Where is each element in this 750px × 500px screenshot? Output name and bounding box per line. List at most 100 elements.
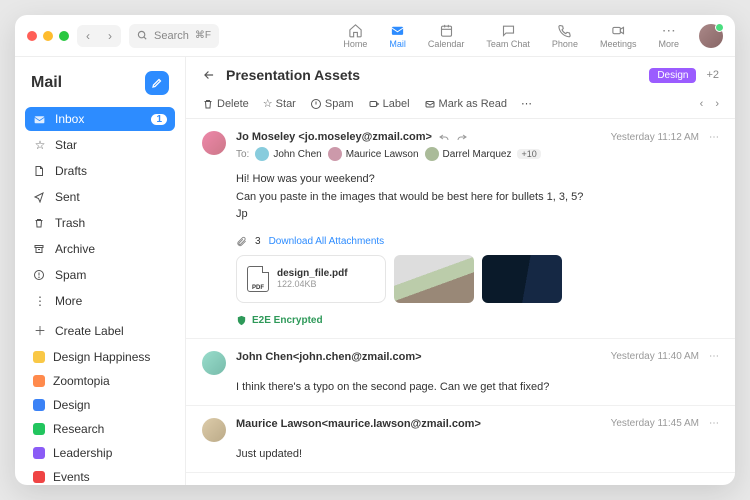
sent-icon xyxy=(33,191,47,203)
content-pane: Presentation Assets Design +2 Delete ☆St… xyxy=(185,57,735,485)
next-message-button[interactable]: › xyxy=(715,98,719,110)
sidebar-star[interactable]: ☆Star xyxy=(25,133,175,157)
attachment-image-1[interactable] xyxy=(394,255,474,303)
message-more-button[interactable]: ⋯ xyxy=(709,132,719,143)
delete-button[interactable]: Delete xyxy=(202,98,249,110)
thread-back-button[interactable] xyxy=(202,68,216,82)
message-from: John Chen<john.chen@zmail.com> xyxy=(236,351,422,363)
home-icon xyxy=(348,22,363,38)
label-color-icon xyxy=(33,471,45,483)
download-all-link[interactable]: Download All Attachments xyxy=(269,236,385,247)
chat-icon xyxy=(501,22,516,38)
phone-icon xyxy=(557,22,572,38)
minimize-window-icon[interactable] xyxy=(43,31,53,41)
sidebar-trash[interactable]: Trash xyxy=(25,211,175,235)
label-color-icon xyxy=(33,423,45,435)
calendar-icon xyxy=(439,22,454,38)
spam-button[interactable]: Spam xyxy=(310,98,354,110)
app-window: ‹ › Search ⌘F Home Mail Calendar xyxy=(15,15,735,485)
forward-icon[interactable] xyxy=(456,131,468,143)
pdf-icon: PDF xyxy=(247,266,269,292)
titlebar: ‹ › Search ⌘F Home Mail Calendar xyxy=(15,15,735,57)
recipient-chip[interactable]: Maurice Lawson xyxy=(328,147,419,161)
mail-icon xyxy=(390,22,405,38)
message-from: Jo Moseley <jo.moseley@zmail.com> xyxy=(236,131,432,143)
forward-button[interactable]: › xyxy=(99,25,121,47)
maximize-window-icon[interactable] xyxy=(59,31,69,41)
nav-phone[interactable]: Phone xyxy=(552,22,578,49)
prev-message-button[interactable]: ‹ xyxy=(700,98,704,110)
sidebar-drafts[interactable]: Drafts xyxy=(25,159,175,183)
create-label-button[interactable]: ＋Create Label xyxy=(25,317,175,344)
label-design[interactable]: Design xyxy=(25,394,175,416)
message-toolbar: Delete ☆Star Spam Label Mark as Read ⋯ ‹… xyxy=(186,89,735,119)
attachment-file[interactable]: PDF design_file.pdf 122.04KB xyxy=(236,255,386,303)
inbox-badge: 1 xyxy=(151,114,167,125)
message-time: Yesterday 11:45 AM xyxy=(611,418,699,429)
reply-icon[interactable] xyxy=(438,131,450,143)
label-design-happiness[interactable]: Design Happiness xyxy=(25,346,175,368)
label-color-icon xyxy=(33,447,45,459)
sidebar-spam[interactable]: Spam xyxy=(25,263,175,287)
message-body: Hi! How was your weekend? Can you paste … xyxy=(236,171,719,224)
sidebar: Mail Inbox 1 ☆Star Drafts Sent Trash Arc… xyxy=(15,57,185,485)
message-more-button[interactable]: ⋯ xyxy=(709,351,719,362)
toolbar-more-button[interactable]: ⋯ xyxy=(521,97,532,110)
label-color-icon xyxy=(33,375,45,387)
inbox-icon xyxy=(33,113,47,126)
search-input[interactable]: Search ⌘F xyxy=(129,24,219,48)
message-time: Yesterday 11:12 AM xyxy=(611,132,699,143)
close-window-icon[interactable] xyxy=(27,31,37,41)
nav-teamchat[interactable]: Team Chat xyxy=(486,22,530,49)
nav-home[interactable]: Home xyxy=(343,22,367,49)
sidebar-inbox[interactable]: Inbox 1 xyxy=(25,107,175,131)
to-label: To: xyxy=(236,149,249,160)
nav-meetings[interactable]: Meetings xyxy=(600,22,637,49)
nav-mail[interactable]: Mail xyxy=(389,22,406,49)
attachment-count: 3 xyxy=(255,236,261,247)
message-body: Just updated! xyxy=(236,448,719,460)
search-shortcut: ⌘F xyxy=(195,30,211,41)
recipients-extra[interactable]: +10 xyxy=(517,149,540,159)
label-leadership[interactable]: Leadership xyxy=(25,442,175,464)
back-button[interactable]: ‹ xyxy=(77,25,99,47)
plus-icon: ＋ xyxy=(33,322,47,339)
label-events[interactable]: Events xyxy=(25,466,175,485)
search-placeholder: Search xyxy=(154,30,189,42)
label-color-icon xyxy=(33,399,45,411)
trash-icon xyxy=(33,217,47,229)
sidebar-archive[interactable]: Archive xyxy=(25,237,175,261)
message-2: John Chen<john.chen@zmail.com> Yesterday… xyxy=(186,339,735,406)
sidebar-title: Mail xyxy=(31,74,62,92)
label-research[interactable]: Research xyxy=(25,418,175,440)
paperclip-icon xyxy=(236,236,247,247)
compose-button[interactable] xyxy=(145,71,169,95)
shield-icon xyxy=(236,315,247,326)
message-more-button[interactable]: ⋯ xyxy=(709,418,719,429)
thread-subject: Presentation Assets xyxy=(226,67,639,83)
avatar xyxy=(202,131,226,155)
sidebar-more[interactable]: ⋮More xyxy=(25,289,175,313)
video-icon xyxy=(611,22,626,38)
avatar xyxy=(202,418,226,442)
top-nav: Home Mail Calendar Team Chat Phone Meeti… xyxy=(343,22,679,49)
nav-more[interactable]: ⋯ More xyxy=(658,22,679,49)
star-button[interactable]: ☆Star xyxy=(263,97,296,110)
sidebar-sent[interactable]: Sent xyxy=(25,185,175,209)
recipient-chip[interactable]: John Chen xyxy=(255,147,321,161)
thread-tag[interactable]: Design xyxy=(649,68,696,83)
search-icon xyxy=(137,30,148,41)
more-icon: ⋯ xyxy=(662,22,676,38)
recipient-chip[interactable]: Darrel Marquez xyxy=(425,147,512,161)
label-color-icon xyxy=(33,351,45,363)
mark-read-button[interactable]: Mark as Read xyxy=(424,98,507,110)
message-time: Yesterday 11:40 AM xyxy=(611,351,699,362)
nav-calendar[interactable]: Calendar xyxy=(428,22,465,49)
label-zoomtopia[interactable]: Zoomtopia xyxy=(25,370,175,392)
user-avatar[interactable] xyxy=(699,24,723,48)
archive-icon xyxy=(33,243,47,255)
label-button[interactable]: Label xyxy=(368,98,410,110)
pencil-icon xyxy=(151,77,163,89)
attachment-image-2[interactable] xyxy=(482,255,562,303)
avatar xyxy=(202,351,226,375)
